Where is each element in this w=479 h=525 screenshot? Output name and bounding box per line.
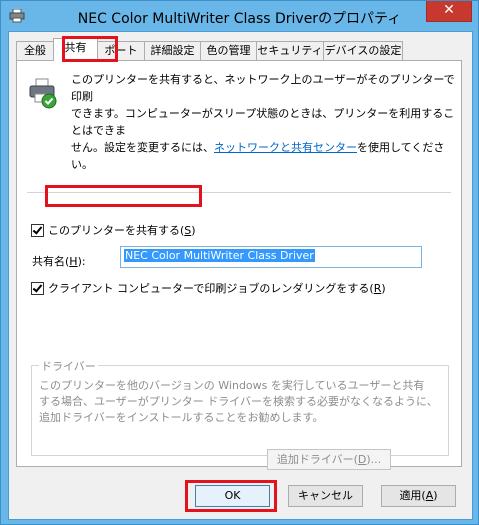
network-sharing-center-link[interactable]: ネットワークと共有センター (214, 141, 357, 154)
apply-label: 適用( (399, 489, 426, 502)
window-title: NEC Color MultiWriter Class Driverのプロパティ (77, 11, 402, 27)
render-jobs-checkbox[interactable]: クライアント コンピューターで印刷ジョブのレンダリングをする(R) (31, 280, 386, 296)
tab-security[interactable]: セキュリティ (256, 41, 324, 60)
share-checkbox-label: このプリンターを共有する( (48, 224, 185, 237)
apply-label-end: ) (433, 489, 438, 502)
driver-text-line-1: このプリンターを他のバージョンの Windows を実行しているユーザーと共有 (39, 379, 425, 392)
share-name-accelerator: H (69, 255, 78, 268)
driver-text-line-2: する場合、ユーザーがプリンター ドライバーを検索する必要がなくなるように、 (39, 395, 438, 408)
add-driver-button[interactable]: 追加ドライバー(D)... (267, 449, 391, 470)
share-checkbox-label-end: ) (191, 223, 196, 237)
description-line-2: できます。コンピューターがスリープ状態のときは、プリンターを利用することはできま (71, 107, 455, 137)
tab-color-management[interactable]: 色の管理 (200, 41, 257, 60)
render-checkbox-box[interactable] (31, 281, 44, 295)
add-driver-label-end: )... (366, 453, 382, 466)
share-name-label: 共有名(H): (32, 253, 86, 269)
render-checkbox-label: クライアント コンピューターで印刷ジョブのレンダリングをする( (48, 282, 374, 295)
description-line-3-pre: せん。設定を変更するには、 (71, 141, 214, 154)
share-name-label-end: ): (77, 255, 86, 268)
separator (27, 192, 451, 193)
tab-device-settings[interactable]: デバイスの設定 (323, 41, 403, 60)
tab-advanced[interactable]: 詳細設定 (144, 41, 201, 60)
driver-group-title: ドライバー (39, 358, 98, 374)
apply-button[interactable]: 適用(A) (381, 485, 456, 507)
add-driver-label: 追加ドライバー( (276, 453, 358, 466)
share-printer-checkbox[interactable]: このプリンターを共有する(S) (31, 222, 196, 238)
close-button[interactable]: ✕ (426, 1, 472, 22)
ok-button[interactable]: OK (195, 485, 270, 507)
share-name-input[interactable]: NEC Color MultiWriter Class Driver (120, 246, 422, 268)
shared-printer-icon (29, 78, 57, 109)
driver-text-line-3: 追加ドライバーをインストールすることをお勧めします。 (39, 411, 324, 424)
share-checkbox-box[interactable] (31, 223, 44, 237)
share-name-value: NEC Color MultiWriter Class Driver (124, 249, 315, 262)
render-checkbox-label-end: ) (381, 281, 386, 295)
description-line-1: このプリンターを共有すると、ネットワーク上のユーザーがそのプリンターで印刷 (71, 73, 455, 103)
properties-window: NEC Color MultiWriter Class Driverのプロパティ… (0, 0, 479, 525)
sharing-description: このプリンターを共有すると、ネットワーク上のユーザーがそのプリンターで印刷 でき… (71, 71, 455, 173)
tab-sharing[interactable]: 共有 (53, 38, 98, 61)
sharing-panel: このプリンターを共有すると、ネットワーク上のユーザーがそのプリンターで印刷 でき… (16, 60, 462, 470)
tab-ports[interactable]: ポート (97, 41, 145, 60)
render-checkbox-accelerator: R (373, 281, 382, 295)
dialog-client-area: 全般 共有 ポート 詳細設定 色の管理 セキュリティ デバイスの設定 このプリン… (8, 31, 473, 520)
driver-description: このプリンターを他のバージョンの Windows を実行しているユーザーと共有 … (39, 378, 442, 426)
cancel-button[interactable]: キャンセル (288, 485, 363, 507)
title-bar[interactable]: NEC Color MultiWriter Class Driverのプロパティ… (1, 1, 478, 31)
share-name-label-text: 共有名( (32, 255, 70, 268)
tab-general[interactable]: 全般 (16, 41, 54, 60)
share-checkbox-accelerator: S (184, 223, 192, 237)
